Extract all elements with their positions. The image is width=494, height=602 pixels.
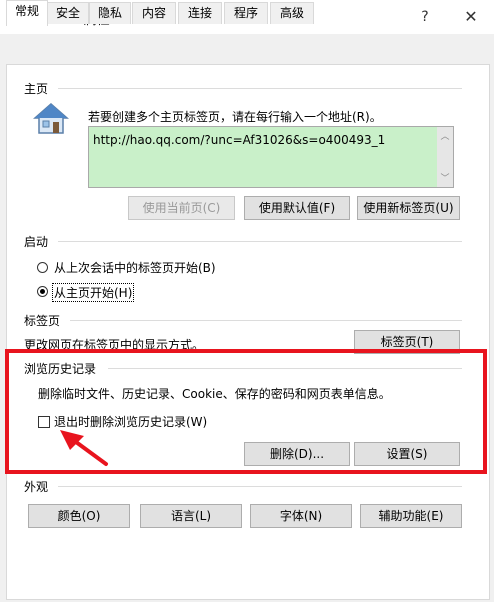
last-session-label[interactable]: 从上次会话中的标签页开始(B): [54, 259, 216, 276]
languages-button[interactable]: 语言(L): [140, 504, 242, 528]
tab-connections[interactable]: 连接: [178, 2, 222, 24]
house-icon: [33, 103, 69, 134]
tab-content[interactable]: 内容: [132, 2, 176, 24]
help-button[interactable]: ?: [406, 4, 444, 30]
colors-button[interactable]: 颜色(O): [28, 504, 130, 528]
home-divider: [58, 88, 462, 89]
close-button[interactable]: ✕: [452, 4, 490, 30]
startup-divider: [58, 241, 462, 242]
home-group-label: 主页: [24, 82, 49, 96]
home-description: 若要创建多个主页标签页，请在每行输入一个地址(R)。: [88, 110, 382, 124]
scroll-down-icon[interactable]: ﹀: [437, 171, 453, 184]
tabs-group-label: 标签页: [24, 314, 61, 328]
tab-programs[interactable]: 程序: [224, 2, 268, 24]
use-default-button[interactable]: 使用默认值(F): [244, 196, 350, 220]
appearance-group-label: 外观: [24, 480, 49, 494]
start-home-label[interactable]: 从主页开始(H): [52, 283, 135, 302]
tab-security[interactable]: 安全: [47, 2, 89, 24]
fonts-button[interactable]: 字体(N): [250, 504, 352, 528]
use-new-tab-button[interactable]: 使用新标签页(U): [357, 196, 460, 220]
last-session-radio[interactable]: [37, 262, 48, 273]
tabs-divider: [70, 320, 462, 321]
url-scrollbar[interactable]: ︿ ﹀: [437, 127, 453, 187]
scroll-up-icon[interactable]: ︿: [437, 129, 453, 142]
tab-privacy[interactable]: 隐私: [89, 2, 131, 24]
red-arrow-icon: [60, 430, 108, 466]
homepage-url-text: http://hao.qq.com/?unc=Af31026&s=o400493…: [93, 133, 386, 147]
tab-advanced[interactable]: 高级: [270, 2, 314, 24]
appearance-divider: [58, 486, 462, 487]
tab-general[interactable]: 常规: [6, 0, 48, 26]
use-current-button[interactable]: 使用当前页(C): [128, 196, 235, 220]
start-home-radio[interactable]: [37, 286, 48, 297]
accessibility-button[interactable]: 辅助功能(E): [360, 504, 462, 528]
startup-group-label: 启动: [24, 235, 49, 249]
homepage-url-field[interactable]: http://hao.qq.com/?unc=Af31026&s=o400493…: [88, 126, 454, 188]
